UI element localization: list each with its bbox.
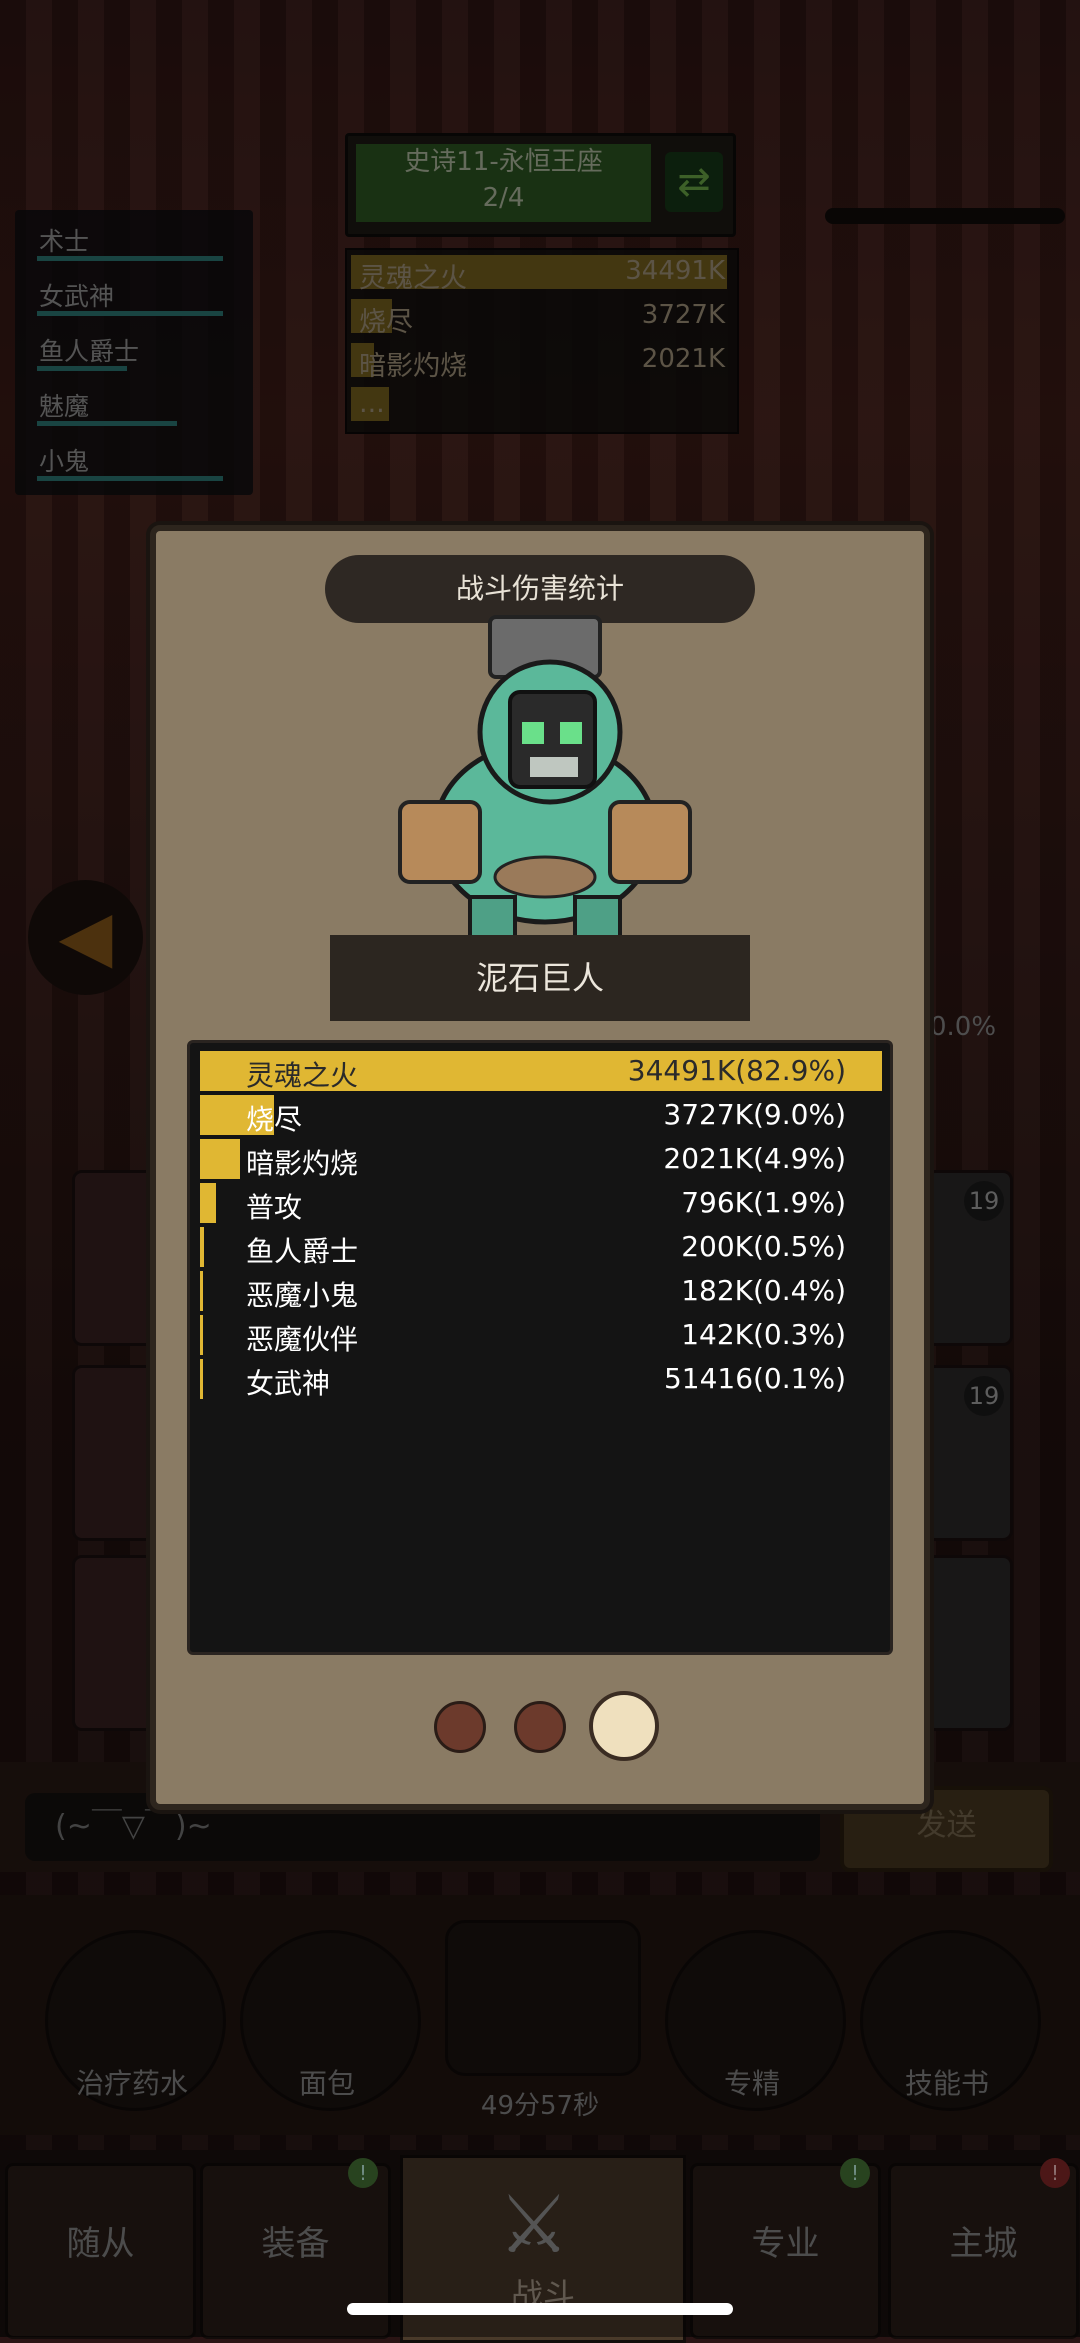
- damage-source-label: 女武神: [246, 1367, 331, 1400]
- damage-row: 普攻 796K(1.9%): [200, 1183, 882, 1224]
- damage-row: 女武神 51416(0.1%): [200, 1359, 882, 1400]
- damage-value: 796K(1.9%): [681, 1186, 846, 1219]
- damage-bar: [200, 1359, 203, 1399]
- mud-golem-icon: [398, 615, 692, 939]
- damage-bar: [200, 1183, 216, 1223]
- damage-source-label: 烧尽: [246, 1103, 303, 1136]
- damage-table: 灵魂之火 34491K(82.9%) 烧尽 3727K(9.0%) 暗影灼烧 2021K(…: [187, 1040, 893, 1655]
- damage-value: 3727K(9.0%): [663, 1098, 846, 1131]
- page-dot[interactable]: [434, 1701, 486, 1753]
- damage-value: 142K(0.3%): [681, 1318, 846, 1351]
- damage-row: 烧尽 3727K(9.0%): [200, 1095, 882, 1136]
- damage-value: 200K(0.5%): [681, 1230, 846, 1263]
- damage-bar: [200, 1315, 203, 1355]
- damage-bar: [200, 1271, 203, 1311]
- damage-source-label: 暗影灼烧: [246, 1147, 359, 1180]
- damage-row: 恶魔小鬼 182K(0.4%): [200, 1271, 882, 1312]
- page-dot-active[interactable]: [589, 1691, 659, 1761]
- damage-value: 182K(0.4%): [681, 1274, 846, 1307]
- damage-source-label: 普攻: [246, 1191, 303, 1224]
- damage-source-label: 恶魔小鬼: [246, 1279, 359, 1312]
- damage-value: 51416(0.1%): [663, 1362, 846, 1395]
- damage-row: 鱼人爵士 200K(0.5%): [200, 1227, 882, 1268]
- damage-row: 暗影灼烧 2021K(4.9%): [200, 1139, 882, 1180]
- home-indicator: [347, 2303, 733, 2315]
- damage-bar: [200, 1139, 240, 1179]
- damage-value: 2021K(4.9%): [663, 1142, 846, 1175]
- creature-name: 泥石巨人: [330, 935, 750, 1021]
- damage-row: 灵魂之火 34491K(82.9%): [200, 1051, 882, 1092]
- damage-source-label: 恶魔伙伴: [246, 1323, 359, 1356]
- damage-value: 34491K(82.9%): [627, 1054, 846, 1087]
- damage-bar: [200, 1227, 204, 1267]
- damage-source-label: 鱼人爵士: [246, 1235, 359, 1268]
- damage-source-label: 灵魂之火: [246, 1059, 359, 1092]
- damage-row: 恶魔伙伴 142K(0.3%): [200, 1315, 882, 1356]
- page-dot[interactable]: [514, 1701, 566, 1753]
